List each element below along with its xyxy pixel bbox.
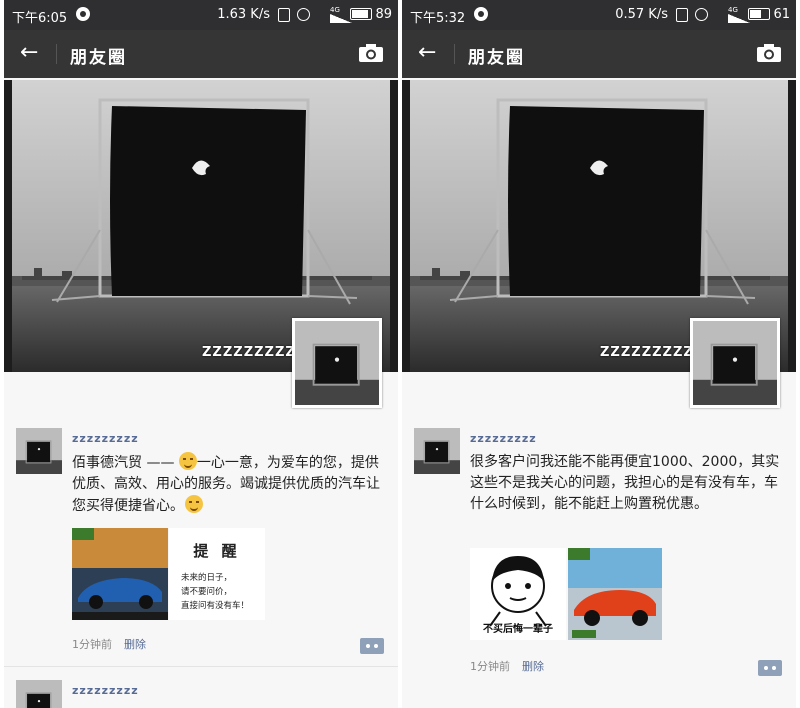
reminder-line-2: 请不要问价， (181, 587, 233, 597)
reminder-line-3: 直接问有没有车！ (181, 601, 250, 611)
clock: 下午5:32 (410, 11, 466, 26)
post-text: 很多客户问我还能不能再便宜1000、2000，其实这些不是我关心的问题，我担心的… (470, 454, 780, 512)
battery-icon (748, 8, 770, 20)
post-meta: 1分钟前 删除 (470, 658, 544, 674)
back-arrow-icon[interactable]: ← (20, 42, 38, 64)
page-title: 朋友圈 (70, 48, 127, 68)
notification-icon (76, 7, 90, 21)
post-text: 佰事德汽贸 —— 一心一意，为爱车的您，提供优质、高效、用心的服务。竭诚提供优质… (72, 452, 388, 517)
vibrate-icon (278, 8, 290, 22)
divider (4, 666, 398, 667)
avatar[interactable] (414, 428, 460, 474)
more-icon[interactable] (758, 660, 782, 676)
reminder-card[interactable]: 提 醒 未来的日子， 请不要问价， 直接问有没有车！ (169, 528, 265, 620)
vibrate-icon (676, 8, 688, 22)
avatar[interactable] (16, 428, 62, 474)
post-time: 1分钟前 (470, 660, 510, 673)
nav-bar: ← 朋友圈 (4, 30, 398, 78)
delete-link[interactable]: 删除 (522, 660, 544, 673)
meme-caption: 不买后悔一辈子 (483, 624, 553, 635)
battery-icon (350, 8, 372, 20)
meme-image[interactable]: 不买后悔一辈子 (470, 548, 566, 640)
battery-percent: 89 (375, 7, 392, 22)
network-speed: 1.63 K/s (217, 7, 270, 22)
divider (454, 44, 455, 64)
moment-post: zzzzzzzzz (4, 676, 398, 708)
avatar[interactable] (16, 680, 62, 708)
network-speed: 0.57 K/s (615, 7, 668, 22)
post-author[interactable]: zzzzzzzzz (470, 432, 537, 445)
cover-nickname: ZZZZZZZZZ (202, 345, 296, 360)
more-icon[interactable] (360, 638, 384, 654)
nav-bar: ← 朋友圈 (402, 30, 796, 78)
notification-icon (474, 7, 488, 21)
profile-avatar[interactable] (292, 318, 382, 408)
status-bar: 下午5:32 0.57 K/s 4G 61 (402, 0, 796, 30)
smile-emoji-icon (185, 495, 204, 513)
reminder-line-1: 未来的日子， (181, 573, 233, 583)
car-photo[interactable] (72, 528, 168, 620)
emoji-icon (178, 452, 197, 470)
status-bar: 下午6:05 1.63 K/s 4G 89 (4, 0, 398, 30)
alarm-icon (695, 8, 708, 21)
car-photo[interactable] (568, 548, 662, 640)
delete-link[interactable]: 删除 (124, 638, 146, 651)
clock: 下午6:05 (12, 11, 68, 26)
divider (56, 44, 57, 64)
camera-icon[interactable] (756, 43, 782, 63)
right-screen: 下午5:32 0.57 K/s 4G 61 ← 朋友圈 ZZZZZZZZZ zz… (402, 0, 796, 708)
profile-avatar[interactable] (690, 318, 780, 408)
signal-icon: 4G (728, 6, 750, 23)
camera-icon[interactable] (358, 43, 384, 63)
post-author[interactable]: zzzzzzzzz (72, 432, 139, 445)
back-arrow-icon[interactable]: ← (418, 42, 436, 64)
alarm-icon (297, 8, 310, 21)
moment-post: zzzzzzzzz 很多客户问我还能不能再便宜1000、2000，其实这些不是我… (402, 426, 796, 686)
moment-post: zzzzzzzzz 佰事德汽贸 —— 一心一意，为爱车的您，提供优质、高效、用心… (4, 426, 398, 666)
post-time: 1分钟前 (72, 638, 112, 651)
left-screen: 下午6:05 1.63 K/s 4G 89 ← 朋友圈 ZZZZZZZZZ zz… (4, 0, 398, 708)
signal-icon: 4G (330, 6, 352, 23)
cover-nickname: ZZZZZZZZZ (600, 345, 694, 360)
reminder-title: 提 醒 (193, 542, 241, 560)
battery-percent: 61 (773, 7, 790, 22)
page-title: 朋友圈 (468, 48, 525, 68)
post-author[interactable]: zzzzzzzzz (72, 684, 139, 697)
post-meta: 1分钟前 删除 (72, 636, 146, 652)
